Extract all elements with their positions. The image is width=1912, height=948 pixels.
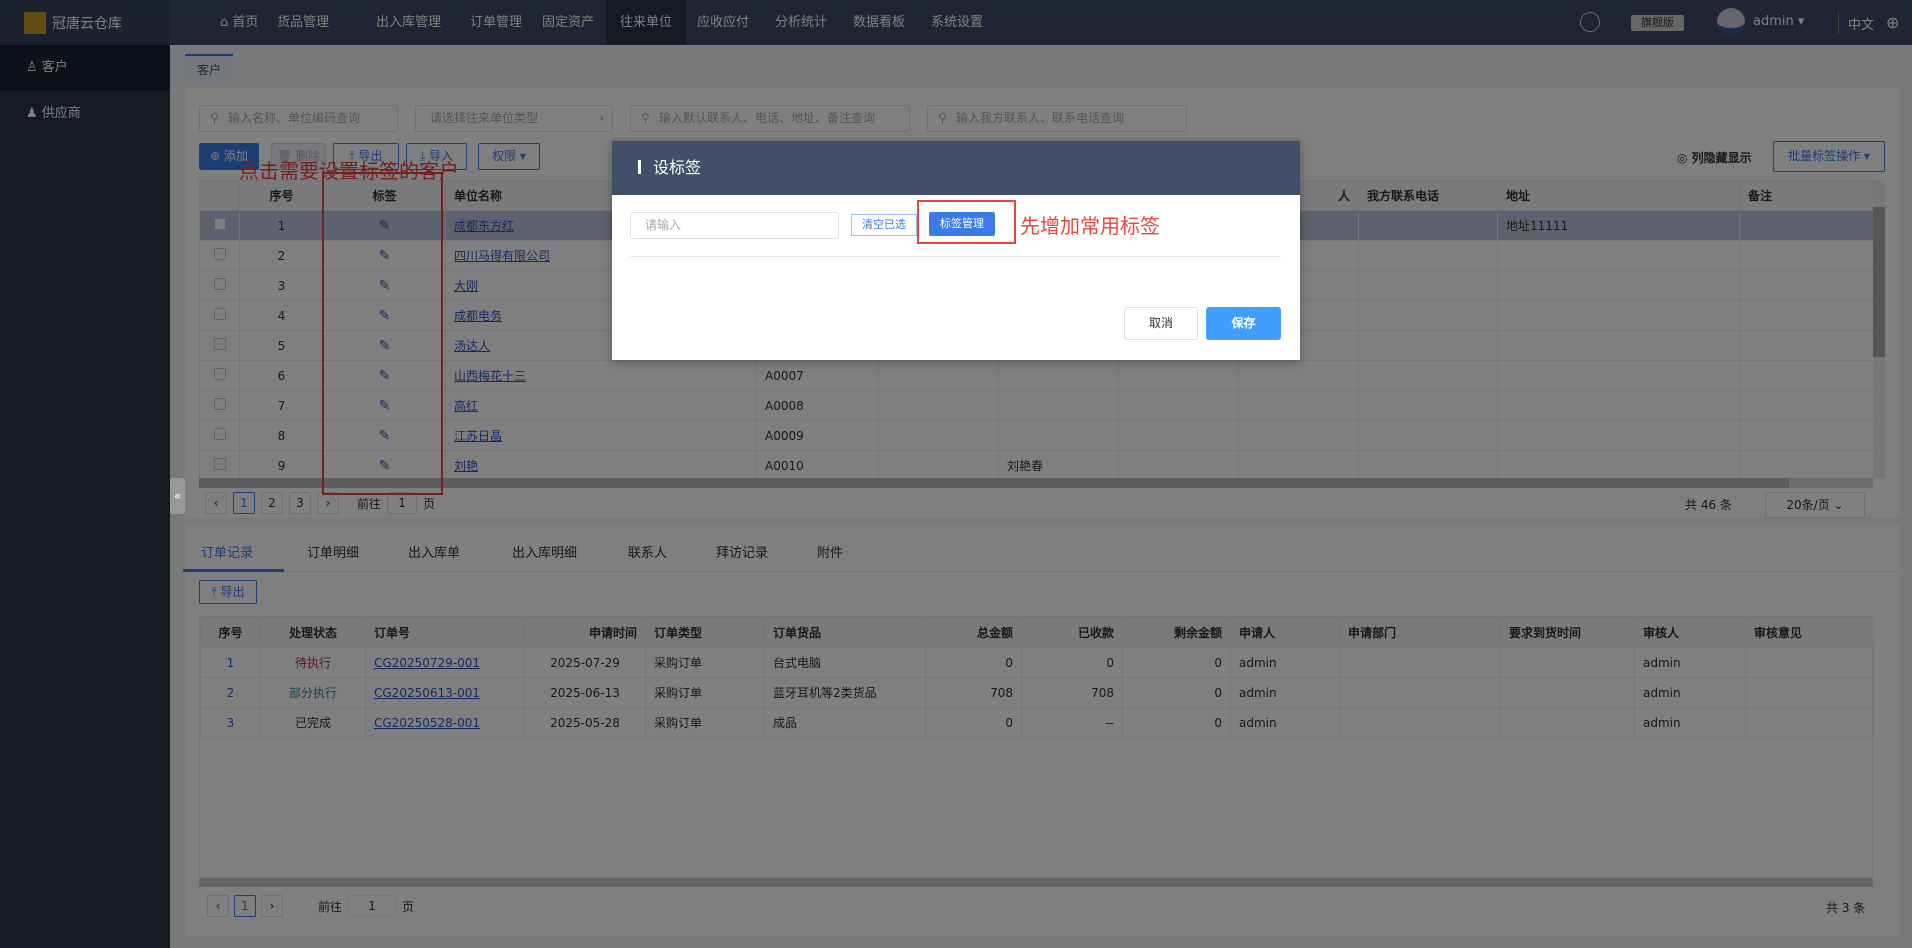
dialog-title: 设标签	[653, 158, 702, 177]
save-button[interactable]: 保存	[1206, 307, 1281, 340]
annotation-text-right: 先增加常用标签	[1020, 214, 1160, 238]
tag-input[interactable]: 请输入	[630, 212, 839, 239]
cancel-button[interactable]: 取消	[1124, 307, 1198, 340]
dialog-header: 设标签	[612, 141, 1300, 195]
annotation-box-manage	[917, 200, 1016, 244]
clear-selected-button[interactable]: 清空已选	[851, 214, 917, 236]
set-tag-dialog: 设标签 请输入 清空已选 标签管理 先增加常用标签 取消 保存	[612, 141, 1300, 360]
sidebar-collapse-button[interactable]: «	[170, 478, 185, 514]
